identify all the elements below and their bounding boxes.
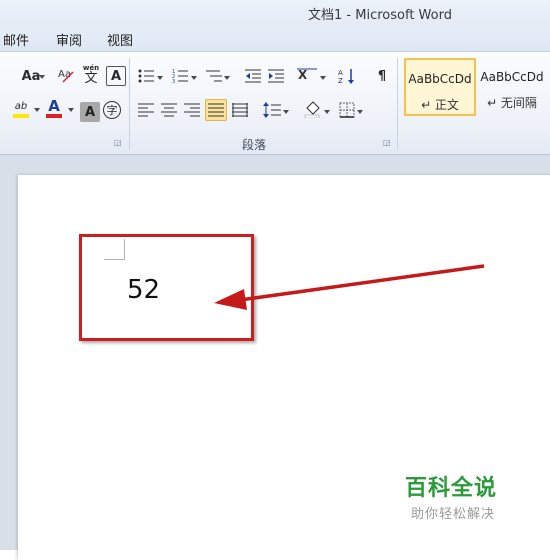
document-page[interactable]: 52 百科全说 助你轻松解决 bbox=[18, 175, 550, 560]
decrease-indent-icon bbox=[245, 69, 261, 83]
svg-text:Z: Z bbox=[338, 77, 343, 84]
char-border-icon: A bbox=[110, 68, 122, 84]
clear-format-button[interactable]: Aa bbox=[56, 65, 76, 85]
style-name: ↵ 正文 bbox=[421, 98, 459, 112]
justify-icon bbox=[208, 103, 224, 117]
style-normal[interactable]: AaBbCcDd ↵ 正文 bbox=[404, 58, 476, 116]
tab-review[interactable]: 审阅 bbox=[56, 30, 82, 49]
font-color-button[interactable]: A bbox=[44, 98, 64, 118]
chevron-down-icon[interactable] bbox=[324, 110, 330, 114]
font-dialog-launcher-icon[interactable]: ◲ bbox=[114, 138, 122, 147]
chevron-down-icon[interactable] bbox=[283, 110, 289, 114]
justify-button[interactable] bbox=[205, 99, 227, 121]
distributed-icon bbox=[232, 103, 248, 117]
chevron-down-icon[interactable] bbox=[68, 108, 74, 112]
font-color-icon: A bbox=[48, 96, 60, 115]
bullets-button[interactable] bbox=[136, 66, 156, 86]
line-spacing-button[interactable] bbox=[262, 100, 282, 120]
font-color-swatch bbox=[46, 113, 62, 118]
style-no-spacing[interactable]: AaBbCcDd ↵ 无间隔 bbox=[476, 58, 548, 116]
enclose-char-icon: 字 bbox=[106, 104, 118, 117]
title-bar: 文档1 - Microsoft Word bbox=[0, 0, 550, 24]
increase-indent-button[interactable] bbox=[266, 66, 286, 86]
svg-text:Aa: Aa bbox=[58, 69, 71, 80]
align-center-icon bbox=[161, 103, 177, 117]
arrow-head bbox=[214, 289, 247, 310]
chinese-layout-icon: X bbox=[297, 68, 317, 82]
paragraph-dialog-launcher-icon[interactable]: ◲ bbox=[383, 138, 391, 147]
svg-text:A: A bbox=[338, 69, 343, 77]
paragraph-mark-icon: ¶ bbox=[377, 68, 387, 84]
sort-icon: A Z bbox=[338, 69, 354, 84]
ribbon: Aa Aa wén 文 A ab A A 字 ◲ 1 2 3 X A Z ¶ 段… bbox=[0, 51, 550, 155]
group-separator bbox=[129, 58, 130, 150]
phonetic-guide-button[interactable]: wén 文 bbox=[80, 64, 102, 86]
watermark-subtitle: 助你轻松解决 bbox=[411, 507, 496, 522]
align-right-button[interactable] bbox=[182, 100, 202, 120]
char-shading-icon: A bbox=[84, 104, 96, 120]
phonetic-char-icon: 文 bbox=[84, 71, 98, 86]
chevron-down-icon[interactable] bbox=[357, 110, 363, 114]
bullets-icon bbox=[138, 69, 154, 83]
align-center-button[interactable] bbox=[159, 100, 179, 120]
align-right-icon bbox=[184, 103, 200, 117]
style-sample: AaBbCcDd bbox=[408, 72, 472, 86]
align-left-icon bbox=[138, 103, 154, 117]
ribbon-tabs: 邮件 审阅 视图 bbox=[0, 24, 550, 51]
chevron-down-icon[interactable] bbox=[39, 75, 45, 79]
clear-format-icon: Aa bbox=[58, 69, 74, 83]
chevron-down-icon[interactable] bbox=[224, 76, 230, 80]
borders-icon bbox=[339, 102, 355, 118]
group-separator bbox=[397, 58, 398, 150]
highlight-button[interactable]: ab bbox=[10, 100, 32, 120]
chevron-down-icon[interactable] bbox=[34, 108, 40, 112]
tab-mailings[interactable]: 邮件 bbox=[3, 30, 29, 49]
numbering-button[interactable]: 1 2 3 bbox=[170, 66, 190, 86]
distributed-button[interactable] bbox=[230, 100, 250, 120]
arrow-shaft bbox=[239, 264, 485, 302]
multilevel-list-button[interactable] bbox=[203, 66, 223, 86]
align-left-button[interactable] bbox=[136, 100, 156, 120]
line-spacing-icon bbox=[263, 102, 281, 118]
enclose-char-button[interactable]: 字 bbox=[103, 101, 121, 119]
shading-button[interactable] bbox=[302, 99, 322, 119]
style-name: ↵ 无间隔 bbox=[487, 96, 537, 110]
chevron-down-icon[interactable] bbox=[191, 76, 197, 80]
change-case-icon: Aa bbox=[21, 68, 41, 84]
highlight-color-swatch bbox=[13, 114, 29, 118]
increase-indent-icon bbox=[268, 69, 284, 83]
style-sample: AaBbCcDd bbox=[480, 70, 544, 84]
svg-text:3: 3 bbox=[172, 79, 175, 83]
sort-button[interactable]: A Z bbox=[337, 66, 357, 86]
svg-text:X: X bbox=[298, 68, 308, 82]
highlighter-icon: ab bbox=[14, 101, 28, 112]
window-title: 文档1 - Microsoft Word bbox=[308, 8, 452, 23]
document-area[interactable]: 52 百科全说 助你轻松解决 bbox=[0, 155, 550, 560]
decrease-indent-button[interactable] bbox=[243, 66, 263, 86]
chinese-layout-button[interactable]: X bbox=[296, 65, 318, 85]
tab-view[interactable]: 视图 bbox=[107, 30, 133, 49]
borders-button[interactable] bbox=[337, 100, 357, 120]
multilevel-list-icon bbox=[206, 70, 222, 82]
paragraph-group-label: 段落 bbox=[242, 138, 267, 152]
numbering-icon: 1 2 3 bbox=[172, 69, 188, 83]
watermark-title: 百科全说 bbox=[405, 476, 498, 501]
show-marks-button[interactable]: ¶ bbox=[372, 66, 392, 86]
chevron-down-icon[interactable] bbox=[157, 76, 163, 80]
paint-bucket-icon bbox=[304, 101, 320, 118]
char-border-button[interactable]: A bbox=[106, 66, 126, 86]
chevron-down-icon[interactable] bbox=[320, 76, 326, 80]
char-shading-button[interactable]: A bbox=[80, 102, 100, 122]
